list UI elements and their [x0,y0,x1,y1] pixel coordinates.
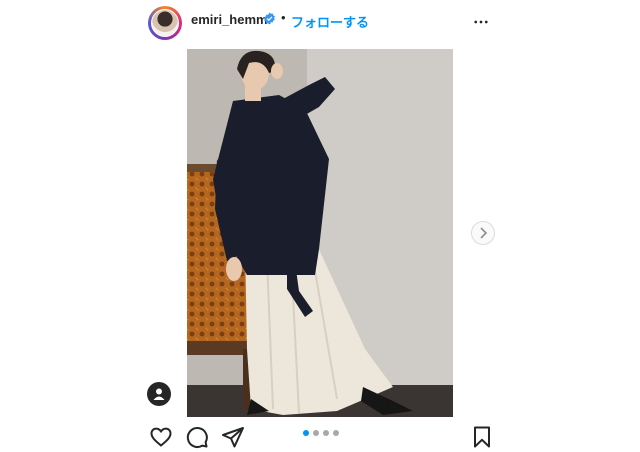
username[interactable]: emiri_hemmi [191,12,271,27]
instagram-post: emiri_hemmi • フォローする [0,0,640,452]
follow-button[interactable]: フォローする [291,12,369,31]
photo-illustration [187,49,453,417]
avatar[interactable] [148,6,182,40]
comment-icon[interactable] [185,425,209,449]
avatar-image [151,9,179,37]
heart-icon[interactable] [149,425,173,449]
chevron-right-icon [480,227,488,239]
post-header: emiri_hemmi • フォローする [140,0,500,44]
carousel-dot [313,430,319,436]
more-options-icon[interactable] [472,13,490,31]
user-tag-button[interactable] [147,382,171,406]
bookmark-icon[interactable] [470,425,494,449]
separator-dot: • [281,10,286,25]
carousel-dot-active [303,430,309,436]
carousel-dot [323,430,329,436]
post-photo[interactable] [187,49,453,417]
user-tag-icon [153,388,165,400]
carousel-dot [333,430,339,436]
action-bar [140,422,500,452]
carousel-next-button[interactable] [471,221,495,245]
verified-badge-icon [264,12,275,25]
paper-plane-icon[interactable] [221,425,245,449]
